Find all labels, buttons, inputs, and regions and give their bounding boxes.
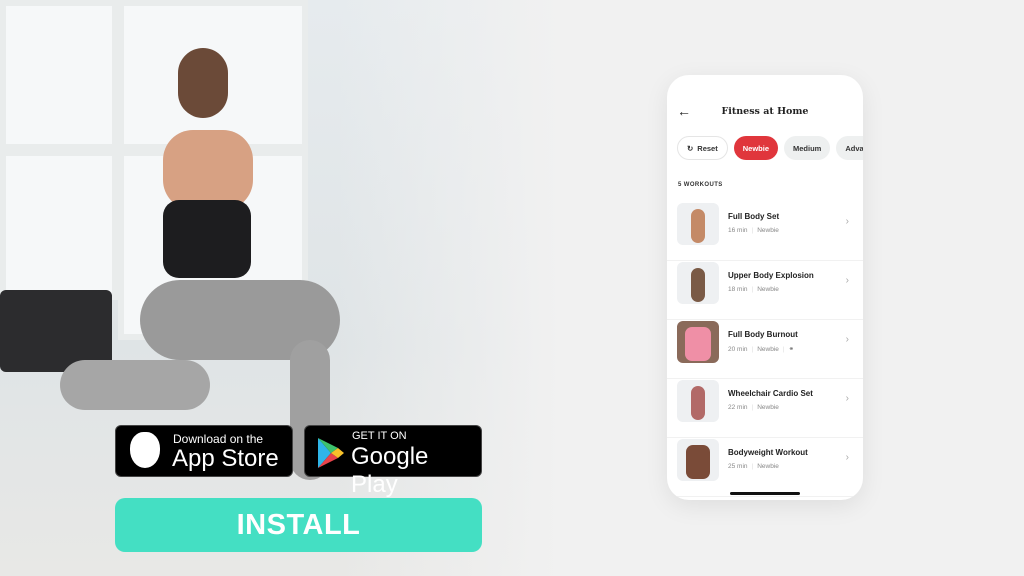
filter-chips: ↻Reset Newbie Medium Advanced — [677, 136, 863, 160]
workout-meta: 18 min | Newbie — [728, 286, 779, 293]
workout-thumbnail — [677, 262, 719, 304]
refresh-icon: ↻ — [687, 143, 694, 153]
workout-thumbnail — [677, 439, 719, 481]
badge-big-text: App Store — [172, 445, 279, 472]
level: Newbie — [757, 227, 779, 234]
chevron-right-icon: › — [845, 334, 849, 345]
phone-mockup: ← Fitness at Home ↻ Reset Newbie Medium A… — [667, 75, 863, 500]
level: Newbie — [757, 286, 779, 293]
home-indicator — [730, 492, 800, 495]
chevron-right-icon: › — [845, 216, 849, 227]
workout-name: Full Body Set — [728, 212, 780, 221]
level: Newbie — [757, 346, 779, 353]
workout-meta: 25 min | Newbie — [728, 463, 779, 470]
workout-name: Full Body Burnout — [728, 330, 798, 339]
duration: 25 min — [728, 463, 748, 470]
apple-icon — [130, 432, 160, 468]
list-item[interactable]: Upper Body Explosion 18 min | Newbie › — [667, 261, 863, 320]
chevron-right-icon: › — [845, 275, 849, 286]
workout-meta: 16 min | Newbie — [728, 227, 779, 234]
page-title: Fitness at Home — [721, 106, 809, 117]
workout-name: Bodyweight Workout — [728, 448, 808, 457]
workout-name: Upper Body Explosion — [728, 271, 814, 280]
chip-newbie[interactable]: Newbie — [733, 136, 778, 160]
workout-count: 5 WORKOUTS — [678, 182, 723, 188]
google-play-icon — [318, 438, 344, 468]
workout-thumbnail — [677, 321, 719, 363]
list-item[interactable]: Full Body Burnout 20 min | Newbie | ⚭ › — [667, 320, 863, 379]
chip-medium[interactable]: Medium — [784, 136, 831, 160]
chevron-right-icon: › — [845, 393, 849, 404]
chip-advanced[interactable]: Advanced — [836, 136, 863, 160]
list-item[interactable]: Wheelchair Cardio Set 22 min | Newbie › — [667, 379, 863, 438]
google-play-badge[interactable]: GET IT ON Google Play — [304, 425, 482, 498]
woman-top — [163, 200, 251, 278]
duration: 18 min — [728, 286, 748, 293]
badge-small-text: GET IT ON — [352, 430, 407, 442]
link-icon: ⚭ — [788, 346, 795, 353]
duration: 16 min — [728, 227, 748, 234]
chevron-right-icon: › — [845, 452, 849, 463]
woman-head — [178, 48, 228, 118]
workout-meta: 22 min | Newbie — [728, 404, 779, 411]
level: Newbie — [757, 404, 779, 411]
install-button[interactable]: INSTALL — [115, 498, 482, 552]
workout-meta: 20 min | Newbie | ⚭ — [728, 346, 795, 353]
window — [0, 150, 118, 300]
badge-small-text: Download on the — [173, 432, 264, 446]
woman-back-leg — [60, 360, 210, 410]
chip-reset[interactable]: ↻ Reset — [677, 136, 728, 160]
list-item[interactable]: Bodyweight Workout 25 min | Newbie › — [667, 438, 863, 497]
app-header: ← Fitness at Home — [667, 103, 863, 123]
duration: 20 min — [728, 346, 748, 353]
window — [0, 0, 118, 150]
badge-big-text: Google Play — [351, 443, 429, 498]
workout-list: Full Body Set 16 min | Newbie › Upper Body E… — [667, 202, 863, 497]
chip-label: Reset — [697, 143, 718, 153]
workout-thumbnail — [677, 203, 719, 245]
workout-thumbnail — [677, 380, 719, 422]
woman-torso — [163, 130, 253, 210]
list-item[interactable]: Full Body Set 16 min | Newbie › — [667, 202, 863, 261]
duration: 22 min — [728, 404, 748, 411]
app-store-badge[interactable]: Download on the App Store — [115, 425, 293, 477]
level: Newbie — [757, 463, 779, 470]
workout-name: Wheelchair Cardio Set — [728, 389, 813, 398]
